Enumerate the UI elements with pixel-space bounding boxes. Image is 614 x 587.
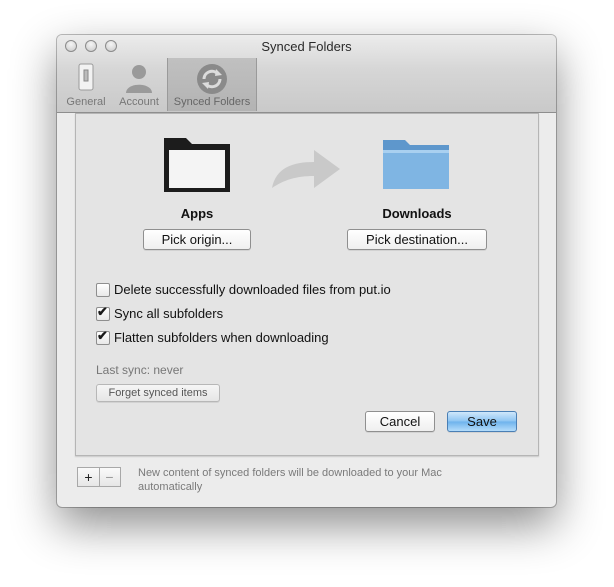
toolbar-tab-general[interactable]: General [63,58,109,111]
toolbar-tab-account[interactable]: Account [114,58,164,111]
checkmark-icon: ✔ [97,304,108,319]
forget-synced-items-button[interactable]: Forget synced items [96,384,220,402]
title-bar: Synced Folders General Account Synced Fo… [57,35,556,113]
switch-icon [78,63,94,91]
last-sync-status: Last sync: never [96,363,184,377]
origin-folder[interactable] [161,132,233,201]
destination-folder[interactable] [380,134,452,199]
toolbar-tab-synced-folders[interactable]: Synced Folders [167,58,257,111]
window-title: Synced Folders [261,39,352,54]
synced-folders-panel: Apps Pick origin... Downloads Pick desti… [75,113,539,456]
black-folder-icon [164,138,230,192]
preferences-window: Synced Folders General Account Synced Fo… [57,35,556,507]
remove-button[interactable]: − [99,468,120,486]
toolbar-label-general: General [66,96,106,108]
save-button[interactable]: Save [447,411,517,432]
option-label: Delete successfully downloaded files fro… [114,282,391,297]
checkbox-delete-downloaded[interactable] [96,283,110,297]
blue-folder-icon [383,140,449,189]
toolbar-label-synced-folders: Synced Folders [173,96,251,108]
cancel-button[interactable]: Cancel [365,411,435,432]
user-silhouette-icon [126,65,152,93]
footer-note: New content of synced folders will be do… [138,467,442,493]
checkbox-sync-all-subfolders[interactable]: ✔ [96,304,110,321]
sync-arrows-icon [197,64,227,94]
checkbox-flatten-subfolders[interactable]: ✔ [96,328,110,345]
checkmark-icon: ✔ [97,328,108,343]
origin-name: Apps [180,206,214,221]
pick-origin-button[interactable]: Pick origin... [143,229,251,250]
destination-name: Downloads [382,206,452,221]
add-button[interactable]: + [78,468,100,486]
toolbar-label-account: Account [119,96,159,108]
add-remove-control: + − [77,467,121,487]
option-label: Flatten subfolders when downloading [114,330,329,345]
pick-destination-button[interactable]: Pick destination... [347,229,487,250]
option-label: Sync all subfolders [114,306,224,321]
right-arrow-icon [272,150,340,188]
